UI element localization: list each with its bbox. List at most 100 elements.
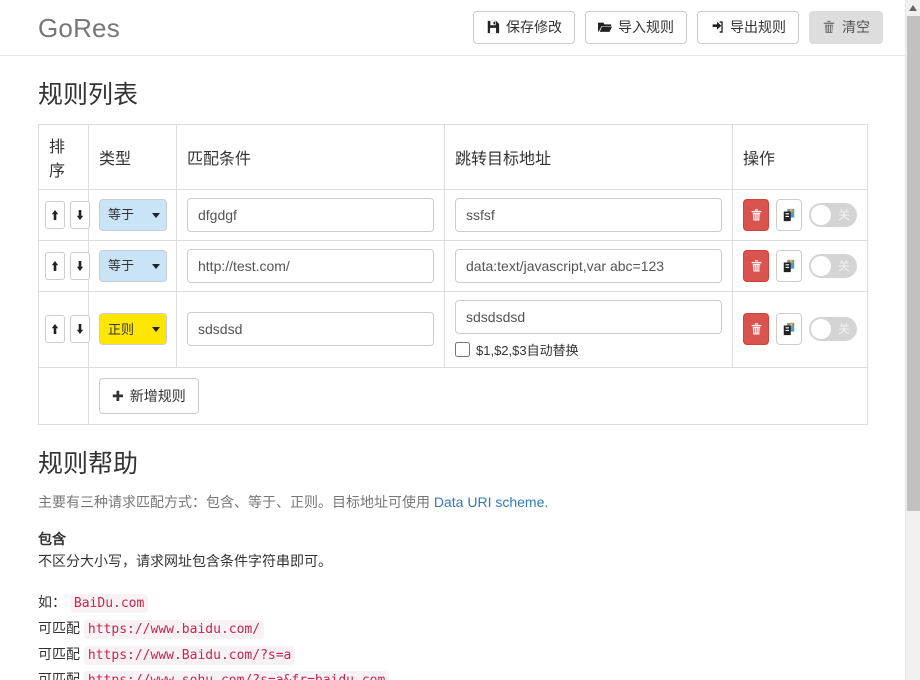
delete-rule-button[interactable] [743, 198, 769, 231]
rule-enabled-toggle[interactable]: 关 [809, 202, 857, 227]
trash-icon [822, 20, 836, 34]
type-select-wrap: 等于 [99, 249, 167, 282]
table-row: 正则 $1,$2,$3自动替换 [38, 290, 868, 368]
delete-rule-button[interactable] [743, 313, 769, 345]
move-down-button[interactable] [70, 200, 91, 229]
ops-cell: 关 [732, 188, 868, 241]
type-select-wrap: 等于 [99, 198, 167, 231]
clear-all-button[interactable]: 清空 [809, 11, 883, 44]
page-content: GoRes 保存修改 导入规则 导出规则 清空 规则列表 排序 类型 匹配条件 … [0, 0, 905, 680]
navbar-actions: 保存修改 导入规则 导出规则 清空 [473, 11, 883, 44]
help-section: 主要有三种请求匹配方式：包含、等于、正则。目标地址可使用 Data URI sc… [38, 492, 867, 680]
toggle-knob [811, 255, 831, 276]
ops-cell: 关 [732, 239, 868, 292]
arrow-up-icon [51, 209, 59, 220]
match-cell [176, 188, 445, 241]
target-cell [444, 188, 733, 241]
type-select-wrap: 正则 [99, 313, 167, 345]
rule-type-select[interactable]: 等于 [99, 249, 167, 282]
trash-icon [751, 323, 761, 335]
app-brand: GoRes [38, 12, 120, 43]
row-actions: 关 [743, 198, 857, 231]
type-cell: 正则 [88, 290, 177, 368]
type-cell: 等于 [88, 188, 177, 241]
list-item: 可匹配 https://www.Baidu.com/?s=a [38, 642, 867, 668]
top-navbar: GoRes 保存修改 导入规则 导出规则 清空 [0, 0, 905, 56]
copy-icon [783, 259, 795, 272]
plus-icon: ✚ [112, 387, 124, 404]
import-rules-label: 导入规则 [618, 19, 674, 36]
column-header-match: 匹配条件 [176, 123, 445, 190]
auto-replace-row[interactable]: $1,$2,$3自动替换 [455, 340, 722, 359]
arrow-down-icon [77, 209, 84, 220]
add-rule-cell: ✚ 新增规则 [88, 366, 868, 425]
copy-icon [783, 322, 795, 336]
import-rules-button[interactable]: 导入规则 [585, 11, 687, 44]
example-prefix: 如： [38, 594, 66, 610]
toggle-label: 关 [837, 258, 850, 273]
toggle-knob [811, 204, 831, 225]
example-prefix: 可匹配 [38, 645, 80, 662]
help-lead-text: 主要有三种请求匹配方式：包含、等于、正则。目标地址可使用 [38, 494, 434, 510]
row-actions: 关 [743, 313, 857, 345]
auto-replace-checkbox[interactable] [455, 341, 470, 357]
example-prefix: 可匹配 [38, 671, 80, 680]
rule-enabled-toggle[interactable]: 关 [809, 317, 857, 341]
rule-type-select[interactable]: 等于 [99, 198, 167, 231]
arrow-up-icon [51, 324, 59, 334]
folder-open-icon [598, 20, 612, 34]
target-cell: $1,$2,$3自动替换 [444, 290, 733, 368]
save-icon [486, 20, 500, 34]
match-condition-input[interactable] [187, 248, 434, 283]
row-actions: 关 [743, 249, 857, 282]
match-condition-input[interactable] [187, 312, 434, 346]
sort-cell [38, 188, 91, 241]
export-rules-button[interactable]: 导出规则 [697, 11, 799, 44]
vertical-scrollbar[interactable] [905, 0, 920, 680]
example-code: BaiDu.com [69, 594, 149, 613]
table-row: 等于 [38, 188, 868, 241]
list-item: 如： BaiDu.com [38, 590, 867, 616]
example-prefix: 可匹配 [38, 619, 80, 636]
app-window: GoRes 保存修改 导入规则 导出规则 清空 规则列表 排序 类型 匹配条件 … [0, 0, 920, 680]
clone-rule-button[interactable] [776, 249, 802, 282]
scrollbar-thumb[interactable] [907, 16, 920, 511]
scroll-up-button[interactable] [906, 0, 920, 15]
toggle-knob [811, 319, 831, 339]
help-block-paragraph: 不区分大小写，请求网址包含条件字符串即可。 [38, 553, 332, 569]
help-block-heading: 包含 [38, 531, 66, 547]
add-rule-button[interactable]: ✚ 新增规则 [99, 377, 199, 414]
add-row-spacer [38, 366, 89, 425]
rules-table: 排序 类型 匹配条件 跳转目标地址 操作 等于 dfgdgf ssfsf 关 等… [38, 123, 868, 425]
target-url-input[interactable] [455, 248, 722, 283]
delete-rule-button[interactable] [743, 249, 769, 282]
rule-enabled-toggle[interactable]: 关 [809, 253, 857, 278]
column-header-sort: 排序 [38, 123, 89, 190]
rules-section-title: 规则列表 [38, 81, 139, 109]
add-rule-label: 新增规则 [129, 387, 186, 404]
move-down-button[interactable] [70, 251, 91, 280]
move-up-button[interactable] [45, 315, 65, 343]
type-cell: 等于 [88, 239, 177, 292]
arrow-down-icon [77, 260, 84, 271]
move-up-button[interactable] [45, 251, 65, 280]
target-url-input[interactable] [455, 197, 722, 232]
move-down-button[interactable] [70, 315, 91, 343]
column-header-target: 跳转目标地址 [444, 123, 733, 190]
export-icon [710, 20, 724, 34]
list-item: 可匹配 https://www.baidu.com/ [38, 616, 867, 642]
help-lead: 主要有三种请求匹配方式：包含、等于、正则。目标地址可使用 Data URI sc… [38, 492, 867, 513]
data-uri-scheme-link[interactable]: Data URI scheme. [434, 494, 548, 510]
rule-type-select[interactable]: 正则 [99, 313, 167, 345]
move-up-button[interactable] [45, 200, 65, 229]
target-url-input[interactable] [455, 299, 722, 334]
match-condition-input[interactable] [187, 197, 434, 232]
match-cell [176, 290, 445, 368]
clone-rule-button[interactable] [776, 198, 802, 231]
clone-rule-button[interactable] [776, 313, 802, 345]
toggle-label: 关 [837, 207, 850, 222]
caret-up-icon [909, 4, 917, 11]
sort-cell [38, 290, 91, 368]
save-changes-button[interactable]: 保存修改 [473, 11, 575, 44]
rules-table-header-row: 排序 类型 匹配条件 跳转目标地址 操作 [38, 123, 868, 190]
